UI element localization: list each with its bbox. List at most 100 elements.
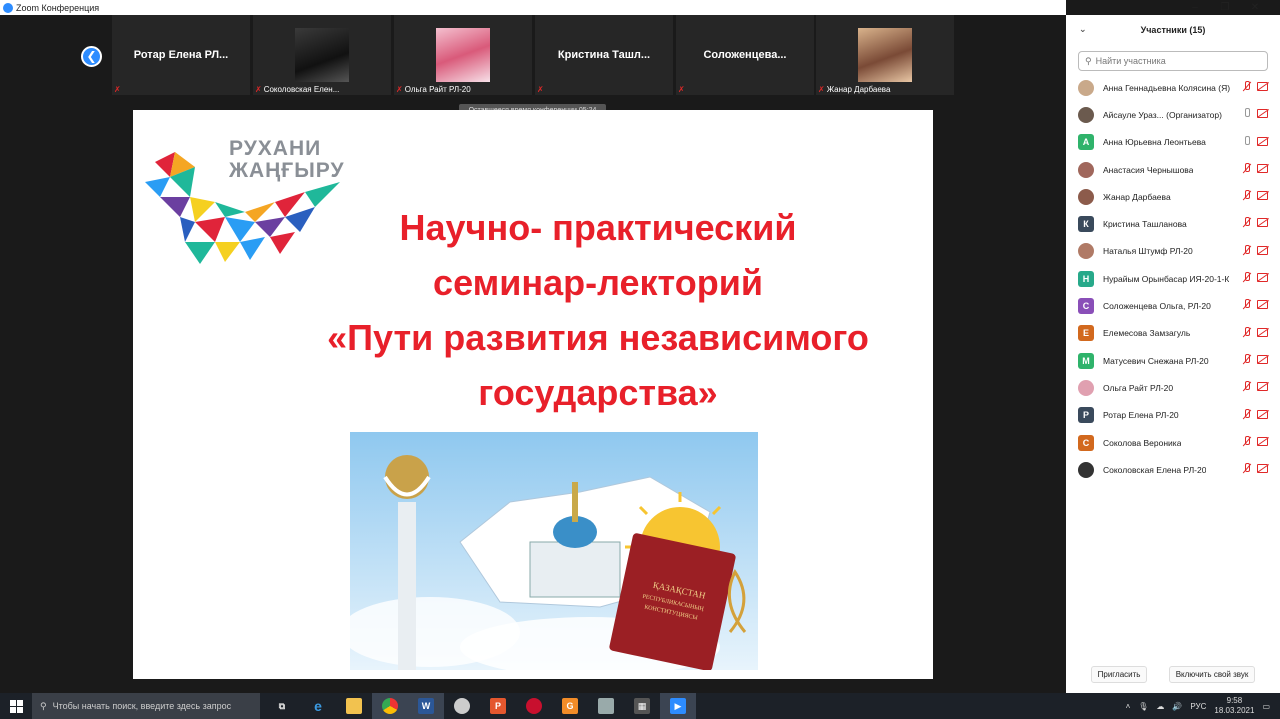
taskbar-zoom[interactable]: ▶ <box>660 693 696 719</box>
video-off-icon[interactable] <box>1257 273 1268 283</box>
taskbar-calculator[interactable]: ▦ <box>624 693 660 719</box>
mic-muted-icon[interactable] <box>1242 217 1251 228</box>
mic-muted-icon[interactable] <box>1242 326 1251 338</box>
mic-muted-icon[interactable] <box>1242 435 1251 447</box>
maximize-button[interactable]: ❐ <box>1210 0 1240 15</box>
mic-muted-icon[interactable] <box>1242 190 1251 201</box>
participant-photo <box>436 28 490 82</box>
participant-name: Ольга Райт РЛ-20 <box>1103 382 1174 393</box>
participant-row[interactable]: Наталья Штумф РЛ-20 <box>1066 238 1280 265</box>
mic-muted-icon[interactable] <box>1242 463 1251 474</box>
taskbar-chrome[interactable] <box>372 693 408 719</box>
video-tile[interactable]: ✗ Жанар Дарбаева <box>816 15 954 95</box>
avatar <box>1078 379 1094 396</box>
video-off-icon[interactable] <box>1257 109 1268 119</box>
video-off-icon[interactable] <box>1257 245 1268 255</box>
mic-muted-icon[interactable] <box>1242 353 1251 365</box>
video-off-icon[interactable] <box>1257 382 1268 392</box>
mic-muted-icon[interactable] <box>1242 408 1251 420</box>
network-icon[interactable]: ☁ <box>1156 702 1164 711</box>
video-tile[interactable]: Ротар Елена РЛ... ✗ <box>112 15 250 95</box>
participant-row[interactable]: Е Елемесова Замзагуль <box>1066 320 1280 347</box>
participant-row[interactable]: Ольга Райт РЛ-20 <box>1066 374 1280 401</box>
avatar: А <box>1078 134 1094 151</box>
participant-row[interactable]: С Соколова Вероника <box>1066 429 1280 456</box>
video-off-icon[interactable] <box>1257 409 1268 419</box>
participant-row[interactable]: Айсауле Ураз... (Организатор) <box>1066 101 1280 128</box>
video-tile[interactable]: Соложенцева... ✗ <box>676 15 814 95</box>
close-button[interactable]: ✕ <box>1240 0 1270 15</box>
microphone-icon[interactable] <box>1242 135 1251 147</box>
video-off-icon[interactable] <box>1257 191 1268 201</box>
participant-row[interactable]: К Кристина Ташланова <box>1066 210 1280 237</box>
avatar: С <box>1078 298 1094 315</box>
video-off-icon[interactable] <box>1257 218 1268 228</box>
video-off-icon[interactable] <box>1257 464 1268 474</box>
unmute-self-button[interactable]: Включить свой звук <box>1168 666 1256 683</box>
invite-button[interactable]: Пригласить <box>1090 666 1148 683</box>
mic-muted-icon[interactable] <box>1242 81 1251 92</box>
calculator-icon: ▦ <box>634 698 650 714</box>
zoom-logo-icon <box>3 2 13 13</box>
taskbar-explorer[interactable] <box>336 693 372 719</box>
participant-row[interactable]: Соколовская Елена РЛ-20 <box>1066 456 1280 483</box>
task-view-button[interactable]: ⧉ <box>264 693 300 719</box>
mic-muted-icon[interactable] <box>1242 272 1251 283</box>
heading-line: семинар-лекторий <box>433 262 763 303</box>
participant-row[interactable]: Анна Геннадьевна Колясина (Я) <box>1066 74 1280 101</box>
avatar: М <box>1078 352 1094 369</box>
language-indicator[interactable]: РУС <box>1190 702 1206 711</box>
volume-icon[interactable]: 🔊 <box>1172 702 1182 711</box>
windows-taskbar: ⚲ Чтобы начать поиск, введите здесь запр… <box>0 693 1280 719</box>
video-off-icon[interactable] <box>1257 436 1268 446</box>
start-button[interactable] <box>0 693 32 719</box>
participant-row[interactable]: Р Ротар Елена РЛ-20 <box>1066 402 1280 429</box>
gallery-prev-button[interactable]: ❮ <box>81 46 102 67</box>
participant-name: Кристина Ташланова <box>1103 219 1187 230</box>
taskbar-word[interactable]: W <box>408 693 444 719</box>
taskbar-app[interactable]: G <box>552 693 588 719</box>
notifications-icon[interactable]: ▭ <box>1262 702 1270 711</box>
video-tile[interactable]: ✗ Соколовская Елен... <box>253 15 391 95</box>
mic-muted-icon: ✗ <box>678 85 685 94</box>
participant-name: Айсауле Ураз... (Организатор) <box>1103 109 1222 120</box>
video-off-icon[interactable] <box>1257 82 1268 91</box>
mic-muted-icon[interactable] <box>1242 299 1251 310</box>
taskbar-edge[interactable]: e <box>300 693 336 719</box>
participant-row[interactable]: А Анна Юрьевна Леонтьева <box>1066 129 1280 156</box>
microphone-icon[interactable] <box>1242 108 1251 119</box>
participant-list: Анна Геннадьевна Колясина (Я) Айсауле Ура… <box>1066 74 1280 483</box>
video-off-icon[interactable] <box>1257 163 1268 173</box>
mic-muted-icon: ✗ <box>537 85 544 94</box>
minimize-button[interactable]: – <box>1180 0 1210 15</box>
participant-row[interactable]: Н Нурайым Орынбасар ИЯ-20-1-К <box>1066 265 1280 292</box>
mic-muted-icon[interactable] <box>1242 162 1251 174</box>
participant-row[interactable]: М Матусевич Снежана РЛ-20 <box>1066 347 1280 374</box>
tray-expand-icon[interactable]: ˄ <box>1126 702 1131 711</box>
video-off-icon[interactable] <box>1257 136 1268 146</box>
avatar: Е <box>1078 325 1094 342</box>
taskbar-app[interactable] <box>516 693 552 719</box>
video-off-icon[interactable] <box>1257 327 1268 337</box>
taskbar-search-box[interactable]: ⚲ Чтобы начать поиск, введите здесь запр… <box>32 693 260 719</box>
mic-muted-icon[interactable] <box>1242 244 1251 256</box>
video-off-icon[interactable] <box>1257 354 1268 364</box>
clock[interactable]: 9:58 18.03.2021 <box>1214 696 1254 716</box>
taskbar-app[interactable] <box>444 693 480 719</box>
participant-search-input[interactable]: ⚲ Найти участника <box>1078 51 1268 71</box>
taskbar-pdf[interactable]: P <box>480 693 516 719</box>
microphone-icon[interactable]: 🎙 <box>1138 702 1148 711</box>
mic-muted-icon[interactable] <box>1242 381 1251 392</box>
participant-photo <box>295 28 349 82</box>
video-off-icon[interactable] <box>1257 300 1268 310</box>
collapse-chevron-icon[interactable]: ⌄ <box>1079 24 1087 35</box>
participant-name: Соколовская Елена РЛ-20 <box>1103 464 1207 475</box>
taskbar-app[interactable] <box>588 693 624 719</box>
participant-row[interactable]: С Соложенцева Ольга, РЛ-20 <box>1066 292 1280 319</box>
video-tile[interactable]: ✗ Ольга Райт РЛ-20 <box>394 15 532 95</box>
participant-row[interactable]: Жанар Дарбаева <box>1066 183 1280 210</box>
shared-screen-slide: РУХАНИ ЖАҢҒЫРУ Научно- практический семи… <box>133 110 933 679</box>
video-tile[interactable]: Кристина Ташл... ✗ <box>535 15 673 95</box>
avatar <box>1078 188 1094 205</box>
participant-row[interactable]: Анастасия Чернышова <box>1066 156 1280 183</box>
